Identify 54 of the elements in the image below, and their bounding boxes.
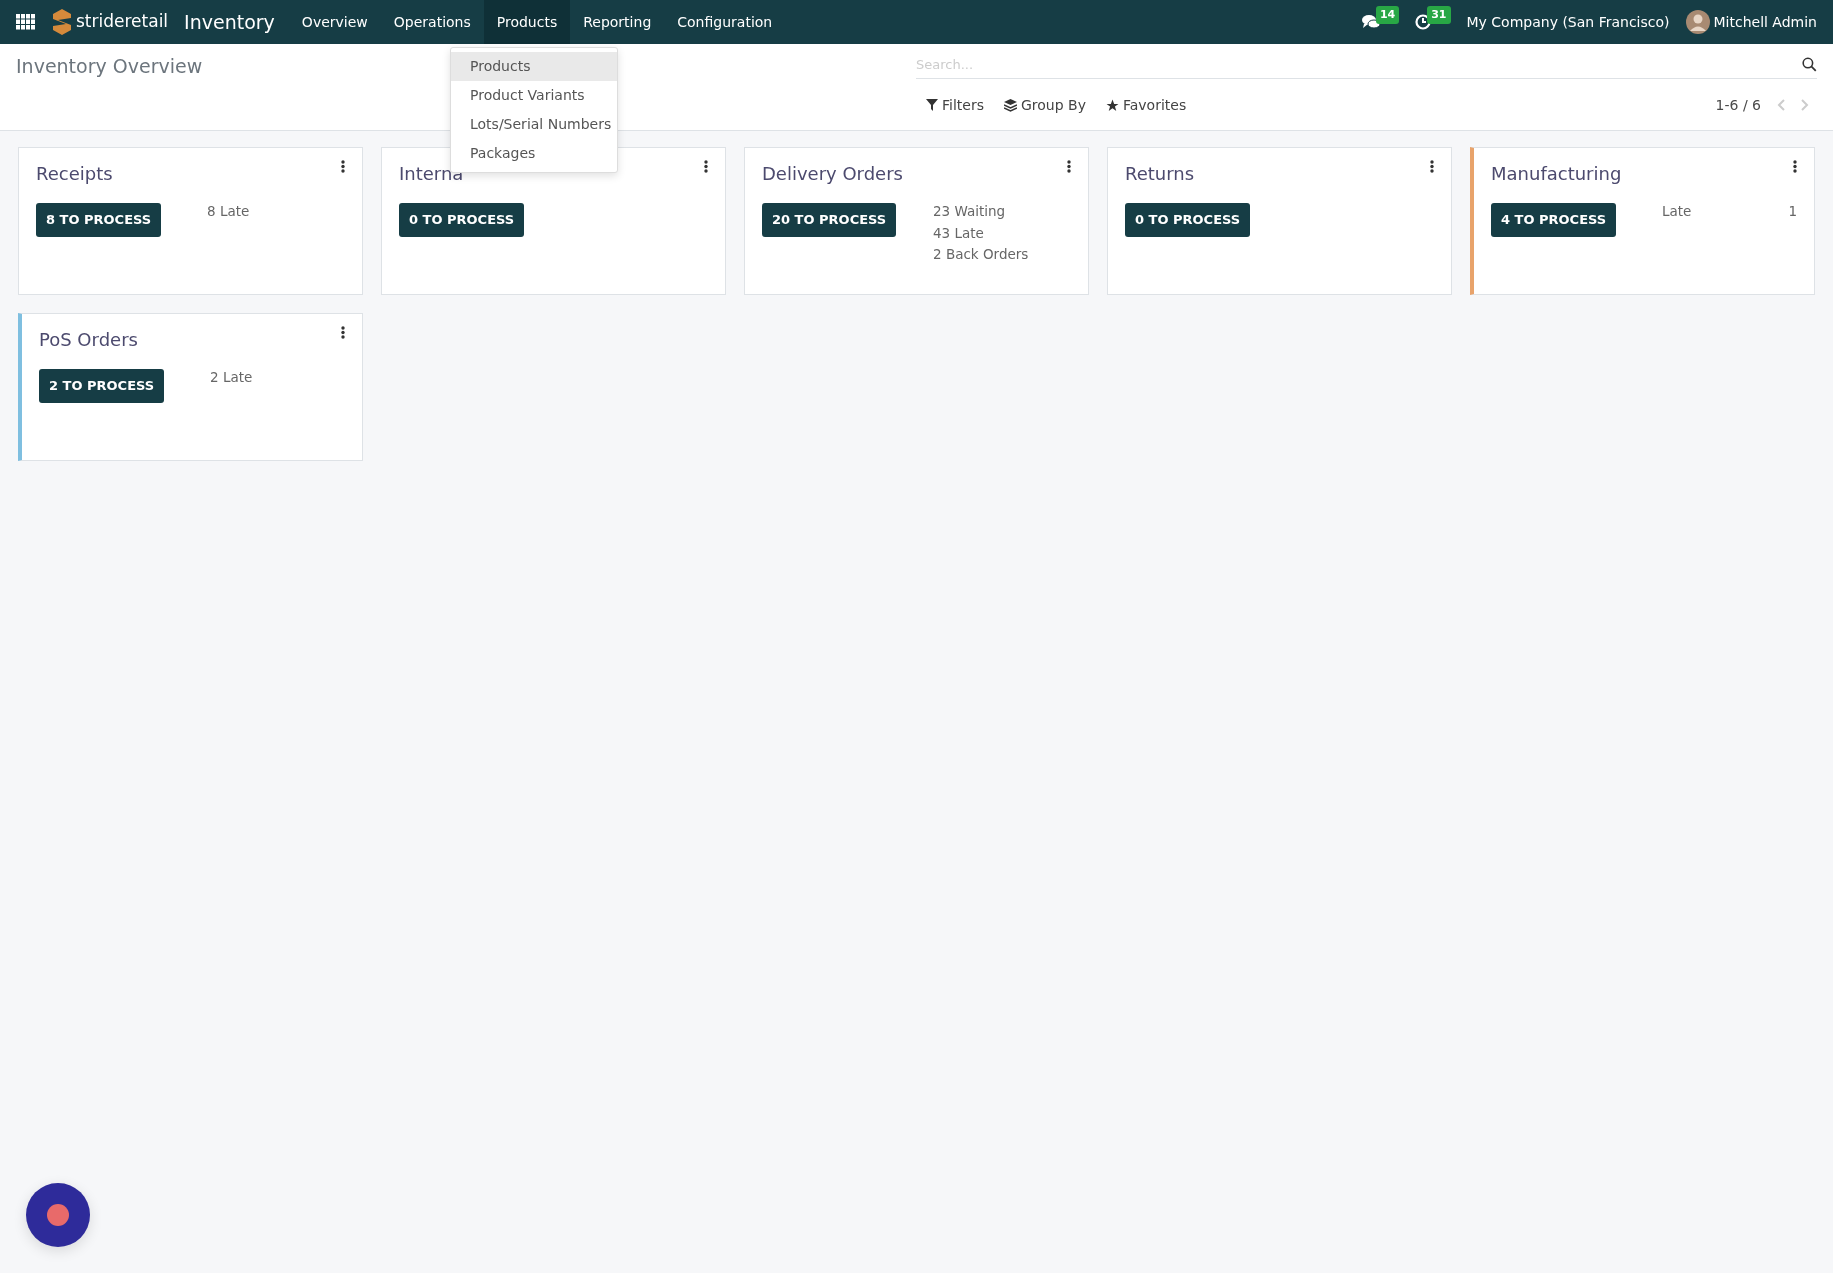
card-title[interactable]: Receipts xyxy=(36,160,113,187)
dropdown-item[interactable]: Packages xyxy=(451,139,617,168)
card-title[interactable]: PoS Orders xyxy=(39,326,138,353)
dropdown-item[interactable]: Product Variants xyxy=(451,81,617,110)
menu-item[interactable]: Overview xyxy=(288,0,381,44)
app-name[interactable]: Inventory xyxy=(184,7,275,37)
status-link[interactable]: Late xyxy=(1662,201,1692,223)
process-button[interactable]: 4 TO PROCESS xyxy=(1491,203,1617,237)
filter-icon xyxy=(926,99,938,111)
dropdown-item[interactable]: Lots/Serial Numbers xyxy=(451,110,617,139)
card-title[interactable]: Delivery Orders xyxy=(762,160,903,187)
filter-button[interactable]: Filters xyxy=(916,94,994,116)
menu-item[interactable]: Products xyxy=(483,0,571,44)
filter-button[interactable]: Favorites xyxy=(1095,94,1197,116)
layers-icon xyxy=(1003,98,1017,112)
brand-name: strideretail xyxy=(76,10,169,34)
kebab-menu-icon[interactable] xyxy=(1067,160,1071,173)
search-icon[interactable] xyxy=(1802,57,1817,73)
menu-item[interactable]: Configuration xyxy=(664,0,786,44)
company-name[interactable]: My Company (San Francisco) xyxy=(1466,11,1670,33)
kebab-menu-icon[interactable] xyxy=(1793,160,1797,173)
dropdown-item[interactable]: Products xyxy=(451,52,617,81)
process-button[interactable]: 0 TO PROCESS xyxy=(399,203,525,237)
activity-count: 31 xyxy=(1427,5,1451,25)
status-link[interactable]: 8 Late xyxy=(207,201,250,223)
page-title: Inventory Overview xyxy=(16,55,203,77)
card-title[interactable]: Returns xyxy=(1125,160,1195,187)
status-link[interactable]: 43 Late xyxy=(933,222,984,245)
app-grid-icon[interactable] xyxy=(16,14,36,30)
kebab-menu-icon[interactable] xyxy=(704,160,708,173)
process-button[interactable]: 0 TO PROCESS xyxy=(1125,203,1251,237)
kebab-menu-icon[interactable] xyxy=(341,326,345,339)
menu-item[interactable]: Reporting xyxy=(570,0,665,44)
status-link[interactable]: 2 Late xyxy=(210,367,253,389)
filter-button[interactable]: Group By xyxy=(993,94,1096,116)
message-count: 14 xyxy=(1375,5,1400,25)
process-button[interactable]: 2 TO PROCESS xyxy=(39,369,165,403)
process-button[interactable]: 8 TO PROCESS xyxy=(36,203,162,237)
dot-icon xyxy=(47,1204,69,1226)
pager-value: 1-6 / 6 xyxy=(1715,95,1761,115)
clock-icon[interactable] xyxy=(1415,14,1432,30)
user-name[interactable]: Mitchell Admin xyxy=(1713,11,1817,33)
status-link[interactable]: 2 Back Orders xyxy=(933,244,1029,266)
menu-item[interactable]: Operations xyxy=(380,0,484,44)
card-title[interactable]: Manufacturing xyxy=(1491,160,1622,187)
kebab-menu-icon[interactable] xyxy=(341,160,345,173)
star-icon xyxy=(1105,98,1119,112)
process-button[interactable]: 20 TO PROCESS xyxy=(762,203,897,237)
status-count: 1 xyxy=(1788,202,1797,221)
chat-launcher-button[interactable] xyxy=(26,1183,90,1247)
status-link[interactable]: 23 Waiting xyxy=(933,201,1006,223)
avatar-icon[interactable] xyxy=(1685,10,1710,34)
logo-icon xyxy=(52,8,72,36)
kebab-menu-icon[interactable] xyxy=(1430,160,1434,173)
